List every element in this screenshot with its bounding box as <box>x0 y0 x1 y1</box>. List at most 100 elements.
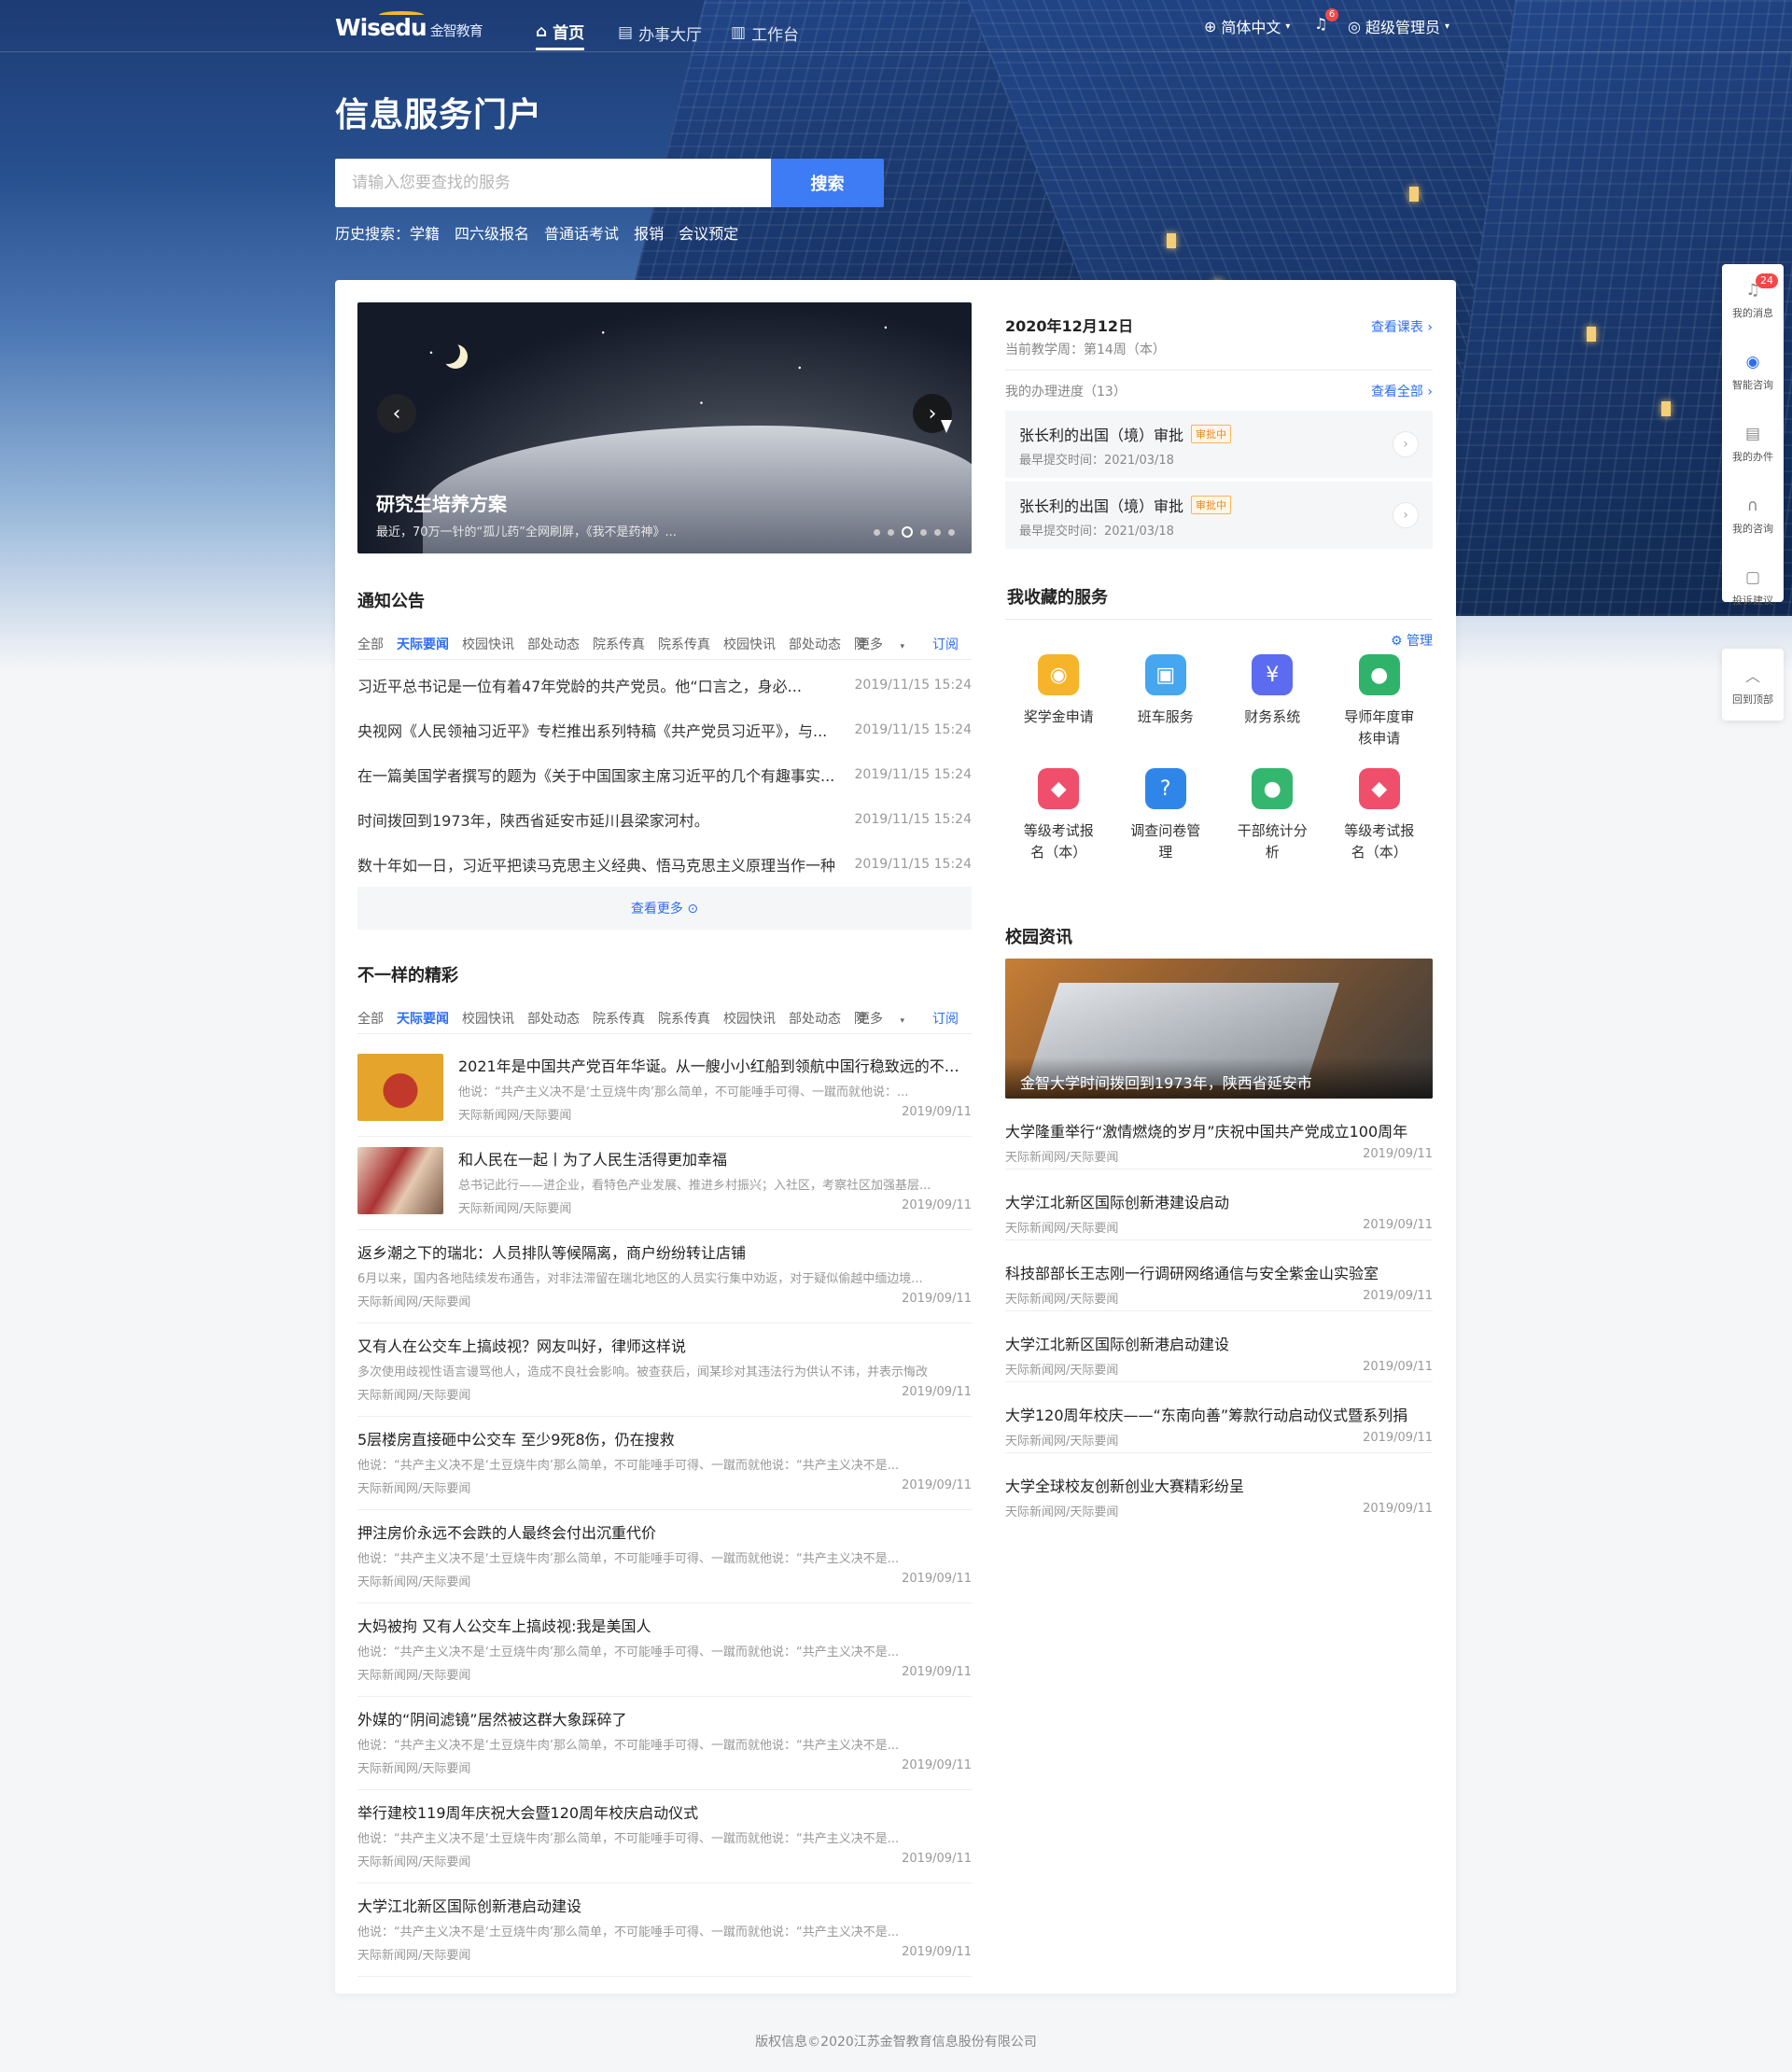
carousel-dot[interactable] <box>920 528 927 536</box>
user-menu[interactable]: ◎ 超级管理员 ▾ <box>1348 15 1449 37</box>
article-text: 又有人在公交车上搞歧视？网友叫好，律师这样说 多次使用歧视性语言谩骂他人，造成不良… <box>357 1334 972 1403</box>
article-summary: 多次使用歧视性语言谩骂他人，造成不良社会影响。被查获后，闻某珍对其违法行为供认不… <box>357 1365 929 1379</box>
notices-tab[interactable]: 校园快讯 <box>462 635 514 653</box>
chevron-right-icon[interactable]: › <box>1393 502 1419 528</box>
view-more-button[interactable]: 查看更多 ⊙ <box>357 887 972 930</box>
tab-home[interactable]: ⌂ 首页 <box>536 15 585 50</box>
notices-tab[interactable]: 天际要闻 <box>397 635 449 653</box>
carousel-dot[interactable] <box>902 526 913 538</box>
history-item[interactable]: 报销 <box>634 221 664 244</box>
search-button[interactable]: 搜索 <box>771 159 884 207</box>
article-date: 2019/09/11 <box>902 1292 972 1306</box>
article-text: 返乡潮之下的瑞北：人员排队等候隔离，商户纷纷转让店铺 6月以来，国内各地陆续发布通… <box>357 1240 972 1309</box>
campus-news-item[interactable]: 大学江北新区国际创新港建设启动 天际新闻网/天际要闻 2019/09/11 <box>1005 1169 1433 1240</box>
articles-tab[interactable]: 天际要闻 <box>397 1009 449 1028</box>
notice-item[interactable]: 数十年如一日，习近平把读马克思主义经典、悟马克思主义原理当作一种 2019/11/… <box>357 842 972 887</box>
notices-tab[interactable]: 部处动态 <box>527 635 580 653</box>
sidebar-item[interactable]: ▤ 我的办件 <box>1722 408 1784 480</box>
service-item[interactable]: ● 导师年度审核申请 <box>1326 654 1434 749</box>
article-item[interactable]: 大学江北新区国际创新港启动建设 他说：“共产主义决不是‘土豆烧牛肉’那么简单，不可… <box>357 1883 972 1977</box>
history-item[interactable]: 会议预定 <box>679 221 738 244</box>
notices-subscribe-link[interactable]: 订阅 <box>932 635 959 653</box>
manage-favorites-button[interactable]: ⚙ 管理 <box>1391 631 1433 650</box>
campus-news-item[interactable]: 科技部部长王志刚一行调研网络通信与安全紫金山实验室 天际新闻网/天际要闻 2019/… <box>1005 1240 1433 1311</box>
articles-tab[interactable]: 院系传真 <box>658 1009 710 1028</box>
history-item[interactable]: 四六级报名 <box>455 221 529 244</box>
view-schedule-link[interactable]: 查看课表 › <box>1371 317 1433 336</box>
notice-item[interactable]: 在一篇美国学者撰写的题为《关于中国国家主席习近平的几个有趣事实... 2019/1… <box>357 752 972 797</box>
progress-item[interactable]: 张长利的出国（境）审批 审批中 最早提交时间：2021/03/18 › <box>1005 411 1433 478</box>
carousel-dot[interactable] <box>934 528 941 536</box>
articles-tab[interactable]: 校园快讯 <box>462 1009 514 1028</box>
article-date: 2019/09/11 <box>902 1478 972 1492</box>
sidebar-item[interactable]: ♫ 我的消息 24 <box>1722 264 1784 336</box>
service-item[interactable]: ● 干部统计分析 <box>1219 768 1326 863</box>
carousel-dots[interactable] <box>874 526 955 538</box>
notification-button[interactable]: ♫ 6 <box>1314 8 1338 33</box>
tab-workbench[interactable]: ▥ 工作台 <box>731 15 799 50</box>
language-selector[interactable]: ⊕ 简体中文 ▾ <box>1204 15 1290 37</box>
back-to-top-button[interactable]: ︿ 回到顶部 <box>1722 649 1784 721</box>
service-item[interactable]: ? 调查问卷管理 <box>1113 768 1220 863</box>
article-source: 天际新闻网/天际要闻 <box>357 1295 471 1309</box>
tab-service-hall[interactable]: ▤ 办事大厅 <box>618 15 702 50</box>
article-item[interactable]: 举行建校119周年庆祝大会暨120周年校庆启动仪式 他说：“共产主义决不是‘土豆烧… <box>357 1790 972 1883</box>
article-item[interactable]: 返乡潮之下的瑞北：人员排队等候隔离，商户纷纷转让店铺 6月以来，国内各地陆续发布通… <box>357 1230 972 1323</box>
notices-tab[interactable]: 院系传真 <box>593 635 645 653</box>
carousel-dot[interactable] <box>888 528 894 536</box>
notices-tab[interactable]: 校园快讯 <box>723 635 776 653</box>
articles-tab[interactable]: 部处动态 <box>527 1009 580 1028</box>
carousel-dot[interactable] <box>874 528 880 536</box>
article-text: 5层楼房直接砸中公交车 至少9死8伤，仍在搜救 他说：“共产主义决不是‘土豆烧牛肉… <box>357 1427 972 1496</box>
history-item[interactable]: 学籍 <box>410 221 440 244</box>
carousel-prev-button[interactable]: ‹ <box>377 394 416 433</box>
notice-item[interactable]: 央视网《人民领袖习近平》专栏推出系列特稿《共产党员习近平》，与... 2019/1… <box>357 707 972 752</box>
article-item[interactable]: 外媒的“阴间滤镜”居然被这群大象踩碎了 他说：“共产主义决不是‘土豆烧牛肉’那么简… <box>357 1697 972 1790</box>
article-item[interactable]: 押注房价永远不会跌的人最终会付出沉重代价 他说：“共产主义决不是‘土豆烧牛肉’那么… <box>357 1510 972 1603</box>
sidebar-item[interactable]: ∩ 我的咨询 <box>1722 480 1784 552</box>
campus-news-item[interactable]: 大学120周年校庆——“东南向善”筹款行动启动仪式暨系列捐 天际新闻网/天际要闻 2… <box>1005 1382 1433 1453</box>
articles-tab[interactable]: 院系传真 <box>593 1009 645 1028</box>
service-item[interactable]: ▣ 班车服务 <box>1113 654 1220 749</box>
article-item[interactable]: 2021年是中国共产党百年华诞。从一艘小小红船到领航中国行稳致远的不改... 他说… <box>357 1043 972 1137</box>
articles-tab[interactable]: 全部 <box>357 1009 384 1028</box>
notice-item[interactable]: 时间拨回到1973年，陕西省延安市延川县梁家河村。 2019/11/15 15:2… <box>357 797 972 842</box>
article-item[interactable]: 5层楼房直接砸中公交车 至少9死8伤，仍在搜救 他说：“共产主义决不是‘土豆烧牛肉… <box>357 1417 972 1510</box>
articles-tab[interactable]: 部处动态 <box>789 1009 841 1028</box>
view-all-link[interactable]: 查看全部 › <box>1371 382 1433 400</box>
article-item[interactable]: 大妈被拘 又有人公交车上搞歧视:我是美国人 他说：“共产主义决不是‘土豆烧牛肉’那… <box>357 1603 972 1697</box>
articles-more-dropdown[interactable]: 更多 ▾ <box>857 1009 917 1028</box>
notices-tab[interactable]: 全部 <box>357 635 384 653</box>
service-label: 调查问卷管理 <box>1130 822 1201 861</box>
notices-tab[interactable]: 院系传真 <box>658 635 710 653</box>
articles-subscribe-link[interactable]: 订阅 <box>932 1009 959 1028</box>
campus-news-item[interactable]: 大学江北新区国际创新港启动建设 天际新闻网/天际要闻 2019/09/11 <box>1005 1311 1433 1382</box>
campus-news-source: 天际新闻网/天际要闻 <box>1005 1435 1119 1449</box>
sidebar-item[interactable]: ◉ 智能咨询 <box>1722 336 1784 408</box>
campus-news-item[interactable]: 大学隆重举行“激情燃烧的岁月”庆祝中国共产党成立100周年 天际新闻网/天际要闻 2… <box>1005 1099 1433 1169</box>
notices-more-dropdown[interactable]: 更多 ▾ <box>857 635 917 653</box>
service-item[interactable]: ¥ 财务系统 <box>1219 654 1326 749</box>
history-item[interactable]: 普通话考试 <box>544 221 619 244</box>
service-item[interactable]: ◉ 奖学金申请 <box>1005 654 1113 749</box>
carousel-dot[interactable] <box>948 528 955 536</box>
banner-title: 研究生培养方案 <box>376 493 507 515</box>
campus-feature-image[interactable]: 金智大学时间拨回到1973年，陕西省延安市 <box>1005 959 1433 1099</box>
notices-tab[interactable]: 部处动态 <box>789 635 841 653</box>
article-item[interactable]: 又有人在公交车上搞歧视？网友叫好，律师这样说 多次使用歧视性语言谩骂他人，造成不良… <box>357 1323 972 1417</box>
campus-news-item[interactable]: 大学全球校友创新创业大赛精彩纷呈 天际新闻网/天际要闻 2019/09/11 <box>1005 1453 1433 1524</box>
notices-list: 习近平总书记是一位有着47年党龄的共产党员。他“口言之，身必... 2019/11… <box>357 663 972 887</box>
search-input[interactable] <box>335 159 771 207</box>
sidebar-item[interactable]: ▢ 投诉建议 <box>1722 552 1784 623</box>
article-item[interactable]: 和人民在一起丨为了人民生活得更加幸福 总书记此行——进企业，看特色产业发展、推进乡… <box>357 1137 972 1230</box>
article-summary: 他说：“共产主义决不是‘土豆烧牛肉’那么简单，不可能唾手可得、一蹴而就他说：“共… <box>357 1925 900 1939</box>
notice-item[interactable]: 习近平总书记是一位有着47年党龄的共产党员。他“口言之，身必... 2019/11… <box>357 663 972 707</box>
campus-news-date: 2019/09/11 <box>1363 1431 1433 1445</box>
banner-carousel[interactable]: ‹ › 研究生培养方案 最近，70万一针的“孤儿药”全网刷屏，《我不是药神》..… <box>357 302 972 553</box>
progress-item[interactable]: 张长利的出国（境）审批 审批中 最早提交时间：2021/03/18 › <box>1005 482 1433 549</box>
article-date: 2019/09/11 <box>902 1852 972 1866</box>
service-item[interactable]: ◆ 等级考试报名（本） <box>1005 768 1113 863</box>
service-item[interactable]: ◆ 等级考试报名（本） <box>1326 768 1434 863</box>
chevron-right-icon[interactable]: › <box>1393 431 1419 457</box>
articles-tab[interactable]: 校园快讯 <box>723 1009 776 1028</box>
